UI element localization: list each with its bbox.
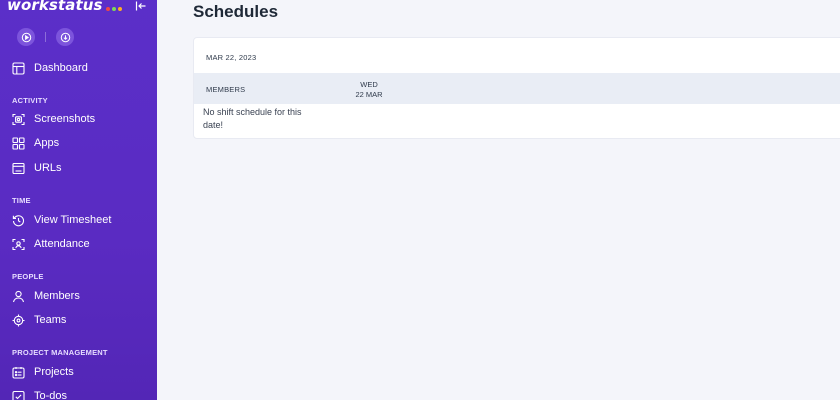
sidebar-item-label: Members xyxy=(34,290,80,302)
sidebar-item-view-timesheet[interactable]: View Timesheet xyxy=(0,209,157,231)
apps-grid-icon xyxy=(12,136,25,150)
browser-window-icon xyxy=(12,162,25,175)
brand-dots xyxy=(105,7,122,11)
start-timer-button[interactable] xyxy=(17,28,35,46)
sidebar-item-apps[interactable]: Apps xyxy=(0,132,157,154)
face-scan-icon xyxy=(12,238,25,251)
sidebar-item-screenshots[interactable]: Screenshots xyxy=(0,108,157,130)
sidebar-item-label: Dashboard xyxy=(34,62,88,74)
sidebar-item-label: Projects xyxy=(34,366,74,378)
brand-name: workstatus xyxy=(7,0,103,14)
sidebar: workstatus Dashboard ACTIVITY Screenshot… xyxy=(0,0,157,400)
sidebar-item-label: Screenshots xyxy=(34,113,96,125)
sidebar-item-label: Attendance xyxy=(34,238,90,250)
section-label-time: TIME xyxy=(12,196,31,205)
column-header-members: MEMBERS xyxy=(206,85,246,94)
schedule-table-header: MEMBERS WED 22 MAR xyxy=(194,73,840,104)
sidebar-item-dashboard[interactable]: Dashboard xyxy=(0,57,157,79)
sidebar-item-label: To-dos xyxy=(34,390,68,400)
play-circle-icon xyxy=(21,32,31,42)
column-day-name: WED xyxy=(360,80,378,89)
sidebar-item-label: URLs xyxy=(34,162,62,174)
sidebar-item-label: Teams xyxy=(34,314,67,326)
sidebar-item-projects[interactable]: Projects xyxy=(0,361,157,383)
section-label-project-management: PROJECT MANAGEMENT xyxy=(12,348,108,357)
schedule-card: MAR 22, 2023 MEMBERS WED 22 MAR No shift… xyxy=(193,37,840,139)
project-list-icon xyxy=(12,366,25,379)
divider xyxy=(45,32,46,42)
target-icon xyxy=(12,314,25,327)
schedule-date: MAR 22, 2023 xyxy=(206,53,257,62)
sidebar-item-label: Apps xyxy=(34,137,60,149)
page-title: Schedules xyxy=(193,2,279,21)
brand-logo[interactable]: workstatus xyxy=(7,0,122,15)
collapse-sidebar-icon[interactable] xyxy=(135,0,147,11)
sidebar-item-attendance[interactable]: Attendance xyxy=(0,233,157,255)
sidebar-item-label: View Timesheet xyxy=(34,214,112,226)
empty-schedule-message: No shift schedule for this date! xyxy=(203,107,302,130)
column-header-day: WED 22 MAR xyxy=(344,80,394,100)
screenshot-icon xyxy=(12,113,25,126)
sidebar-item-teams[interactable]: Teams xyxy=(0,309,157,331)
download-circle-icon xyxy=(60,32,70,42)
sidebar-item-members[interactable]: Members xyxy=(0,285,157,307)
download-button[interactable] xyxy=(56,28,74,46)
section-label-activity: ACTIVITY xyxy=(12,96,48,105)
sidebar-item-urls[interactable]: URLs xyxy=(0,157,157,179)
layout-icon xyxy=(12,61,25,75)
column-day-date: 22 MAR xyxy=(355,90,383,99)
history-clock-icon xyxy=(12,214,25,227)
todo-icon xyxy=(12,390,25,400)
section-label-people: PEOPLE xyxy=(12,272,44,281)
sidebar-item-todos[interactable]: To-dos xyxy=(0,385,157,400)
user-icon xyxy=(12,290,25,303)
